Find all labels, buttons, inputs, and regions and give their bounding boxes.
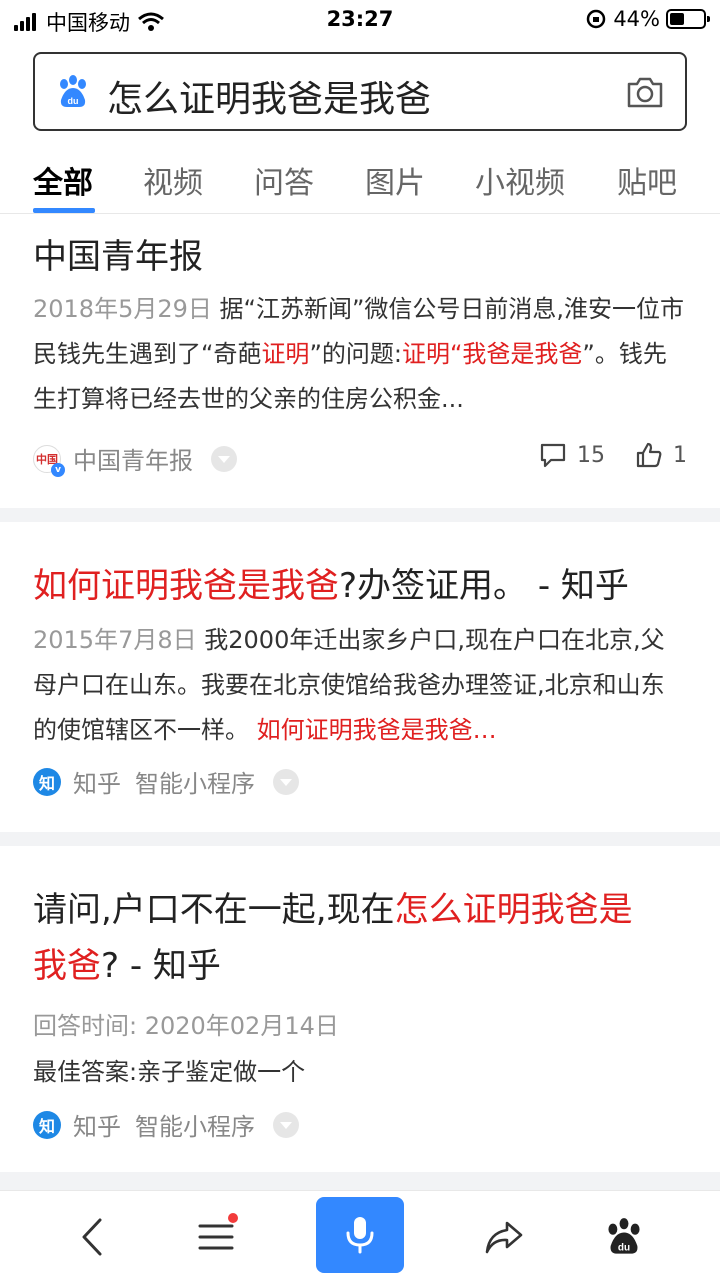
- rotation-lock-icon: [587, 9, 606, 29]
- baidu-home-icon: du: [608, 1218, 640, 1254]
- tab-short-video[interactable]: 小视频: [475, 158, 565, 202]
- result-source[interactable]: 知 知乎 智能小程序: [33, 1107, 299, 1142]
- like-button[interactable]: 1: [635, 441, 687, 469]
- result-title[interactable]: 如何证明我爸是我爸?办签证用。 - 知乎: [33, 558, 629, 607]
- battery-icon: [666, 9, 710, 29]
- chevron-down-icon[interactable]: [211, 445, 237, 472]
- svg-text:du: du: [618, 1242, 630, 1253]
- source-name[interactable]: 知乎: [73, 764, 121, 799]
- result-title[interactable]: 中国青年报: [33, 229, 203, 278]
- result-title-line2[interactable]: 我爸? - 知乎: [33, 938, 221, 987]
- search-query[interactable]: 怎么证明我爸是我爸: [107, 70, 431, 122]
- best-answer: 最佳答案:亲子鉴定做一个: [33, 1058, 306, 1086]
- result-card-2[interactable]: 如何证明我爸是我爸?办签证用。 - 知乎 2015年7月8日 我2000年迁出家…: [0, 522, 720, 832]
- source-name[interactable]: 中国青年报: [73, 441, 193, 476]
- share-icon: [485, 1221, 523, 1254]
- status-right: 44%: [585, 7, 710, 31]
- result-snippet: 2018年5月29日 据“江苏新闻”微信公号日前消息,淮安一位市民钱先生遇到了“…: [33, 295, 685, 413]
- back-arrow-icon: [82, 1218, 102, 1256]
- chevron-down-icon[interactable]: [273, 768, 299, 795]
- result-snippet: 2015年7月8日 我2000年迁出家乡户口,现在户口在北京,父母户口在山东。我…: [33, 626, 665, 744]
- tab-qa[interactable]: 问答: [254, 158, 314, 202]
- notification-dot: [228, 1213, 238, 1223]
- like-count: 1: [673, 442, 687, 468]
- thumbs-up-icon: [636, 442, 662, 468]
- comment-count: 15: [577, 442, 605, 468]
- tab-bar: 全部 视频 问答 图片 小视频 贴吧: [0, 148, 720, 214]
- comment-icon: [540, 443, 566, 468]
- mini-program-label[interactable]: 智能小程序: [135, 764, 255, 799]
- mini-program-label[interactable]: 智能小程序: [135, 1107, 255, 1142]
- search-box[interactable]: du 怎么证明我爸是我爸: [33, 52, 687, 131]
- card-separator: [0, 1172, 720, 1190]
- active-tab-indicator: [33, 208, 95, 213]
- voice-search-button[interactable]: [316, 1197, 404, 1273]
- zhihu-icon: 知: [33, 767, 61, 796]
- card-separator: [0, 832, 720, 846]
- source-logo-icon: 中国 v: [33, 444, 65, 477]
- tab-video[interactable]: 视频: [143, 158, 203, 202]
- result-stats: 15 1: [509, 441, 687, 469]
- baidu-paw-icon: du: [60, 75, 86, 107]
- chevron-down-icon[interactable]: [273, 1111, 299, 1138]
- bottom-toolbar: du: [0, 1190, 720, 1280]
- menu-icon: [198, 1224, 234, 1250]
- menu-button[interactable]: [188, 1209, 244, 1265]
- microphone-icon: [346, 1217, 374, 1254]
- result-card-3[interactable]: 请问,户口不在一起,现在怎么证明我爸是 我爸? - 知乎 回答时间: 2020年…: [0, 846, 720, 1172]
- result-source[interactable]: 知 知乎 智能小程序: [33, 764, 299, 799]
- tab-all[interactable]: 全部: [33, 158, 93, 202]
- result-card-1[interactable]: 中国青年报 2018年5月29日 据“江苏新闻”微信公号日前消息,淮安一位市民钱…: [0, 215, 720, 508]
- tab-tieba[interactable]: 贴吧: [617, 158, 677, 202]
- zhihu-icon: 知: [33, 1110, 61, 1139]
- source-name[interactable]: 知乎: [73, 1107, 121, 1142]
- status-bar: 中国移动 23:27 44%: [0, 0, 720, 40]
- verified-icon: v: [51, 462, 65, 477]
- card-separator: [0, 508, 720, 522]
- comment-button[interactable]: 15: [539, 441, 605, 469]
- answer-time: 回答时间: 2020年02月14日: [33, 1012, 339, 1040]
- tab-images[interactable]: 图片: [365, 158, 425, 202]
- svg-text:du: du: [68, 96, 79, 106]
- result-title[interactable]: 请问,户口不在一起,现在怎么证明我爸是: [33, 882, 633, 931]
- baidu-home-button[interactable]: du: [596, 1209, 652, 1265]
- battery-level: [670, 13, 684, 25]
- share-button[interactable]: [476, 1209, 532, 1265]
- battery-percent: 44%: [613, 7, 660, 31]
- result-source[interactable]: 中国 v 中国青年报: [33, 441, 237, 477]
- back-button[interactable]: [64, 1209, 120, 1265]
- camera-icon[interactable]: [625, 74, 665, 110]
